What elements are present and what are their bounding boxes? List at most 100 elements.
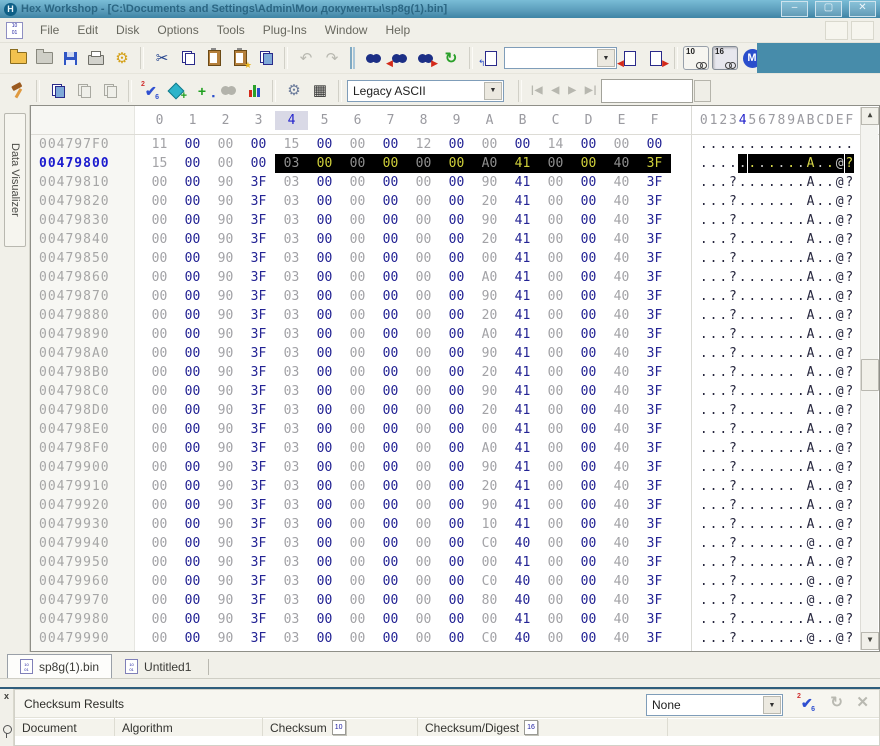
ascii-char[interactable]: A — [806, 363, 816, 382]
ascii-char[interactable]: A — [806, 325, 816, 344]
ascii-char[interactable]: . — [748, 382, 758, 401]
ascii-char[interactable]: . — [825, 458, 835, 477]
hex-byte[interactable]: 00 — [572, 173, 605, 192]
hex-byte[interactable]: 00 — [440, 515, 473, 534]
hex-byte[interactable]: 00 — [407, 268, 440, 287]
hex-byte[interactable]: 03 — [275, 572, 308, 591]
hex-byte[interactable]: 00 — [539, 477, 572, 496]
hex-byte[interactable]: 00 — [440, 287, 473, 306]
ascii-char[interactable]: . — [699, 382, 709, 401]
hex-byte[interactable]: 00 — [440, 268, 473, 287]
hex-byte[interactable]: 40 — [506, 572, 539, 591]
ascii-char[interactable]: . — [757, 325, 767, 344]
ascii-char[interactable]: . — [825, 629, 835, 648]
menu-plugins[interactable]: Plug-Ins — [254, 20, 316, 40]
ascii-char[interactable]: @ — [835, 572, 845, 591]
ascii-char[interactable]: . — [777, 610, 787, 629]
ascii-char[interactable]: . — [815, 135, 825, 154]
hex-byte[interactable]: 90 — [209, 268, 242, 287]
hex-byte[interactable]: 90 — [473, 173, 506, 192]
hex-byte[interactable]: 00 — [143, 287, 176, 306]
ascii-char[interactable]: . — [825, 382, 835, 401]
hex-byte[interactable]: 00 — [374, 477, 407, 496]
ascii-char[interactable]: . — [757, 192, 767, 211]
ascii-char[interactable]: . — [786, 306, 796, 325]
ascii-char[interactable]: ? — [728, 515, 738, 534]
ascii-char[interactable]: . — [699, 249, 709, 268]
ascii-char[interactable]: . — [757, 477, 767, 496]
hex-byte[interactable]: 03 — [275, 268, 308, 287]
hex-byte[interactable]: 00 — [572, 534, 605, 553]
hex-byte[interactable]: 00 — [572, 629, 605, 648]
hex-byte[interactable]: 3F — [242, 363, 275, 382]
decimal-view-button[interactable]: 10 — [683, 46, 709, 70]
hex-byte[interactable]: 20 — [473, 401, 506, 420]
ascii-char[interactable]: . — [777, 325, 787, 344]
hex-byte[interactable]: 00 — [209, 154, 242, 173]
hex-byte[interactable]: 3F — [242, 173, 275, 192]
hex-byte[interactable]: 3F — [638, 515, 671, 534]
hex-byte[interactable]: 00 — [539, 344, 572, 363]
ascii-char[interactable]: . — [786, 154, 796, 173]
hex-byte[interactable]: 00 — [176, 439, 209, 458]
ascii-char[interactable]: . — [709, 192, 719, 211]
hex-byte[interactable]: 41 — [506, 154, 539, 173]
hex-byte[interactable]: 00 — [308, 458, 341, 477]
ascii-char[interactable]: . — [815, 629, 825, 648]
goto-button[interactable]: ↰ — [478, 46, 504, 70]
ascii-char[interactable]: . — [738, 268, 748, 287]
hex-byte[interactable]: 3F — [242, 382, 275, 401]
ascii-char[interactable]: . — [738, 534, 748, 553]
ascii-char[interactable]: . — [796, 458, 806, 477]
hex-byte[interactable]: 00 — [572, 192, 605, 211]
remove-results-icon[interactable]: ✕ — [856, 695, 869, 710]
ascii-char[interactable]: . — [718, 382, 728, 401]
ascii-char[interactable]: . — [786, 382, 796, 401]
ascii-char[interactable]: . — [757, 230, 767, 249]
ascii-char[interactable]: . — [709, 249, 719, 268]
hex-byte[interactable]: 00 — [407, 344, 440, 363]
hex-byte[interactable]: 00 — [407, 496, 440, 515]
ascii-char[interactable]: . — [738, 154, 748, 173]
hex-byte[interactable]: 00 — [572, 591, 605, 610]
hex-byte[interactable]: 00 — [341, 477, 374, 496]
ascii-char[interactable]: . — [718, 192, 728, 211]
ascii-char[interactable]: ? — [728, 629, 738, 648]
ascii-char[interactable]: ? — [845, 287, 855, 306]
hex-byte[interactable]: 00 — [374, 591, 407, 610]
hex-byte[interactable]: 3F — [638, 610, 671, 629]
hex-byte[interactable]: 00 — [407, 306, 440, 325]
hex-byte[interactable]: 00 — [440, 154, 473, 173]
hex-byte[interactable]: 00 — [572, 401, 605, 420]
ascii-char[interactable]: . — [738, 401, 748, 420]
hex-byte[interactable]: 00 — [374, 572, 407, 591]
hex-byte[interactable]: 41 — [506, 363, 539, 382]
hex-byte[interactable]: 00 — [539, 192, 572, 211]
hex-byte[interactable]: 00 — [407, 211, 440, 230]
ascii-char[interactable]: . — [796, 591, 806, 610]
ascii-char[interactable]: ? — [845, 154, 855, 173]
hex-byte[interactable]: 00 — [440, 610, 473, 629]
ascii-char[interactable]: . — [815, 496, 825, 515]
hex-byte[interactable]: 03 — [275, 211, 308, 230]
hex-byte[interactable]: 00 — [341, 325, 374, 344]
hex-byte[interactable]: 00 — [539, 591, 572, 610]
maximize-button[interactable]: ▢ — [815, 1, 842, 17]
ascii-char[interactable]: . — [757, 439, 767, 458]
ascii-char[interactable]: . — [767, 458, 777, 477]
hex-byte[interactable]: 00 — [407, 401, 440, 420]
ascii-char[interactable]: . — [786, 496, 796, 515]
hex-byte[interactable]: 00 — [440, 496, 473, 515]
hex-byte[interactable]: 00 — [308, 306, 341, 325]
hex-byte[interactable]: 00 — [539, 211, 572, 230]
ascii-char[interactable]: . — [767, 477, 777, 496]
hex-byte[interactable]: 90 — [209, 610, 242, 629]
hex-byte[interactable]: 90 — [209, 553, 242, 572]
ascii-char[interactable]: . — [699, 553, 709, 572]
hex-byte[interactable]: 00 — [143, 629, 176, 648]
ascii-char[interactable]: @ — [835, 306, 845, 325]
vertical-scrollbar[interactable]: ▲ ▼ — [860, 107, 878, 650]
hex-byte[interactable]: 90 — [473, 458, 506, 477]
hex-byte[interactable]: 00 — [176, 268, 209, 287]
ascii-char[interactable]: . — [825, 154, 835, 173]
